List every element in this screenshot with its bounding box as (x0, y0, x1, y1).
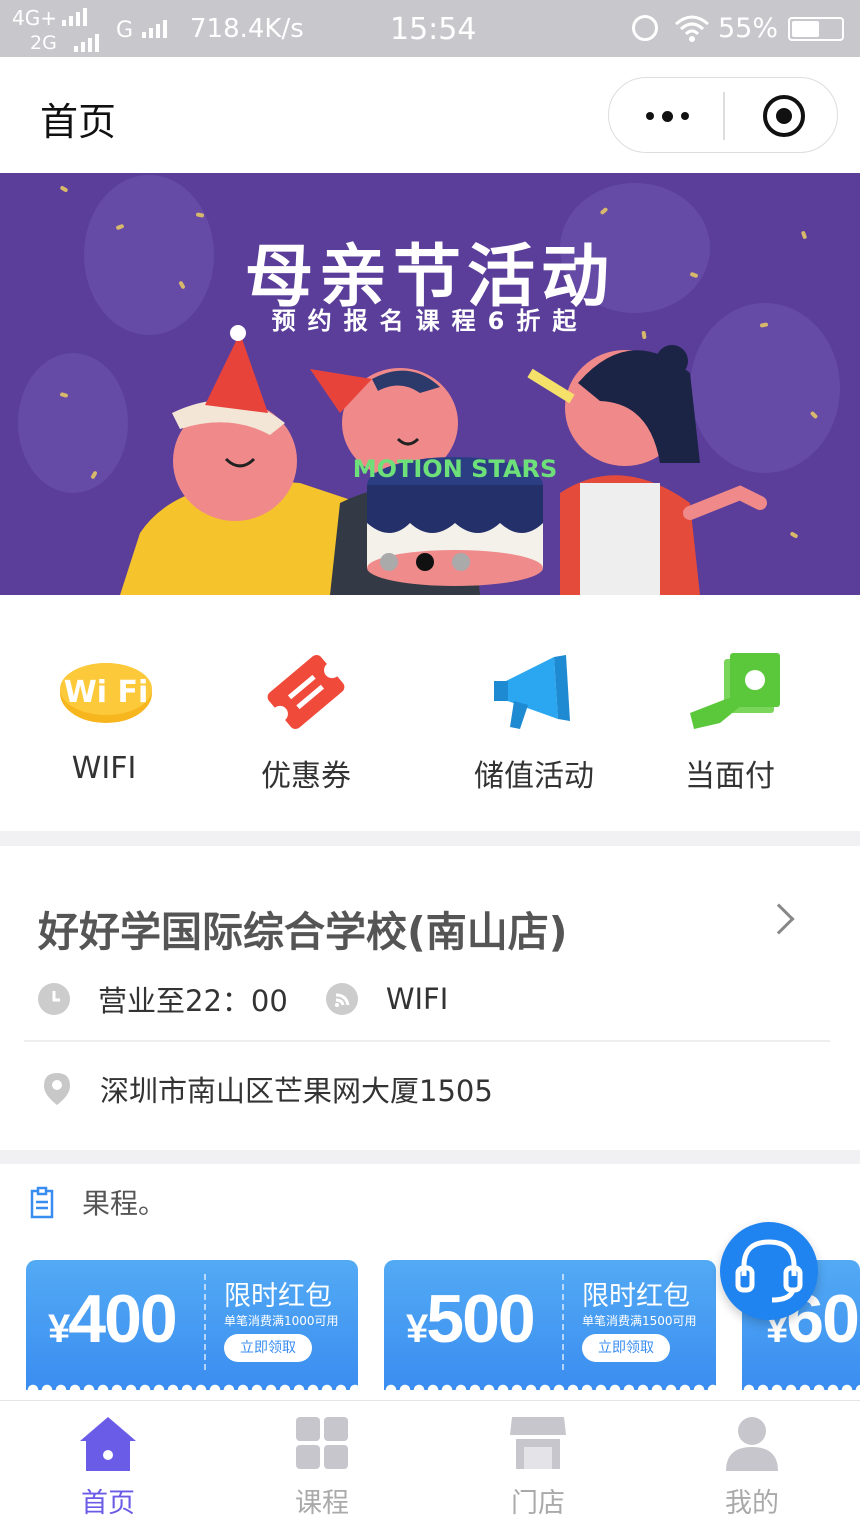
battery-percent: 55% (718, 13, 779, 44)
more-menu-icon[interactable] (639, 98, 695, 134)
signal-icon (62, 8, 87, 26)
tab-label: 我的 (725, 1488, 779, 1519)
page-title: 首页 (40, 100, 117, 144)
quick-entry-label: 当面付 (685, 759, 775, 794)
network-label-4g: 4G+ (12, 6, 57, 30)
signal-icon-2 (74, 34, 99, 52)
tab-label: 门店 (511, 1488, 565, 1519)
coupon-amount: ¥400 (48, 1281, 178, 1357)
wifi-small-icon (325, 983, 358, 1015)
notice-bar[interactable]: 果程。 (26, 1182, 166, 1222)
quick-entry-face-pay[interactable]: 当面付 (640, 647, 820, 795)
tab-bar: 首页 课程 门店 我的 (0, 1400, 860, 1529)
coupon-ticket-icon (256, 647, 356, 737)
tab-label: 首页 (81, 1488, 135, 1519)
nav-bar: 首页 (0, 57, 860, 173)
customer-service-button[interactable] (720, 1222, 818, 1320)
coupon-divider (562, 1274, 564, 1370)
mini-program-capsule (608, 77, 838, 153)
tab-courses[interactable]: 课程 (262, 1413, 382, 1520)
store-info-card[interactable]: 好好学国际综合学校(南山店) 营业至22：00 WIFI 深圳市南山区芒果网大厦… (0, 846, 860, 1150)
coupon-edge (742, 1380, 860, 1390)
svg-text:Wi Fi: Wi Fi (64, 675, 149, 710)
megaphone-icon (484, 647, 584, 737)
capsule-divider (723, 92, 725, 140)
party-illustration: MOTION STARS (120, 325, 767, 595)
quick-entry-label: WIFI (71, 751, 137, 786)
quick-entry-stored-value[interactable]: 储值活动 (444, 647, 624, 795)
clock-icon (38, 983, 70, 1015)
quick-entry-wifi[interactable]: Wi Fi WIFI (14, 647, 194, 786)
tab-store[interactable]: 门店 (478, 1413, 598, 1520)
chevron-right-icon[interactable] (763, 903, 795, 935)
tab-label: 课程 (295, 1488, 349, 1519)
location-pin-icon (42, 1071, 72, 1107)
coupon-condition: 单笔消费满1000可用 (224, 1314, 339, 1328)
tab-home[interactable]: 首页 (48, 1413, 168, 1520)
home-icon (78, 1413, 138, 1473)
network-label-g: G (116, 18, 134, 43)
coupon-condition: 单笔消费满1500可用 (582, 1314, 697, 1328)
carousel-dot (452, 553, 470, 571)
claim-button[interactable]: 立即领取 (224, 1334, 312, 1362)
hand-money-icon (680, 647, 780, 737)
wifi-icon: Wi Fi (54, 647, 154, 737)
coupon-card[interactable]: ¥400 限时红包 单笔消费满1000可用 立即领取 (26, 1260, 358, 1390)
quick-entry-grid: Wi Fi WIFI 优惠券 储值活动 当面付 (0, 595, 860, 831)
claim-button[interactable]: 立即领取 (582, 1334, 670, 1362)
store-name: 好好学国际综合学校(南山店) (38, 908, 568, 956)
carousel-dot-active (416, 553, 434, 571)
store-icon (508, 1413, 568, 1473)
store-wifi-label: WIFI (385, 982, 449, 1016)
coupon-card[interactable]: ¥500 限时红包 单笔消费满1500可用 立即领取 (384, 1260, 716, 1390)
close-program-icon[interactable] (763, 95, 805, 137)
carousel-dot (380, 553, 398, 571)
battery-icon (788, 17, 844, 41)
headset-icon (735, 1239, 803, 1303)
store-hours-row: 营业至22：00 WIFI (38, 978, 448, 1020)
store-address-row[interactable]: 深圳市南山区芒果网大厦1505 (42, 1068, 493, 1110)
user-icon (722, 1413, 782, 1473)
signal-icon-3 (142, 20, 167, 38)
wifi-status-icon (674, 14, 710, 49)
coupon-title: 限时红包 (582, 1281, 690, 1312)
coupon-divider (204, 1274, 206, 1370)
quick-entry-label: 优惠券 (261, 759, 351, 794)
network-label-2g: 2G (30, 32, 57, 54)
coupon-amount: ¥500 (406, 1281, 536, 1357)
alarm-icon (632, 15, 658, 41)
clock: 15:54 (390, 12, 477, 47)
carousel-indicator (380, 553, 470, 571)
store-address: 深圳市南山区芒果网大厦1505 (100, 1074, 493, 1108)
network-speed: 718.4K/s (190, 14, 304, 44)
promo-banner[interactable]: 母亲节活动 预约报名课程6折起 MOTION STARS (0, 173, 860, 595)
coupon-edge (26, 1380, 358, 1390)
grid-icon (292, 1413, 352, 1473)
notice-icon (26, 1185, 58, 1219)
quick-entry-coupon[interactable]: 优惠券 (216, 647, 396, 795)
coupon-title: 限时红包 (224, 1281, 332, 1312)
status-bar: 4G+ 2G G 718.4K/s 15:54 55% (0, 0, 860, 57)
store-hours: 营业至22：00 (98, 984, 288, 1018)
cake-text: MOTION STARS (353, 455, 558, 483)
notice-text: 果程。 (82, 1187, 167, 1220)
tab-profile[interactable]: 我的 (692, 1413, 812, 1520)
divider (24, 1040, 830, 1042)
quick-entry-label: 储值活动 (474, 759, 594, 794)
coupon-edge (384, 1380, 716, 1390)
